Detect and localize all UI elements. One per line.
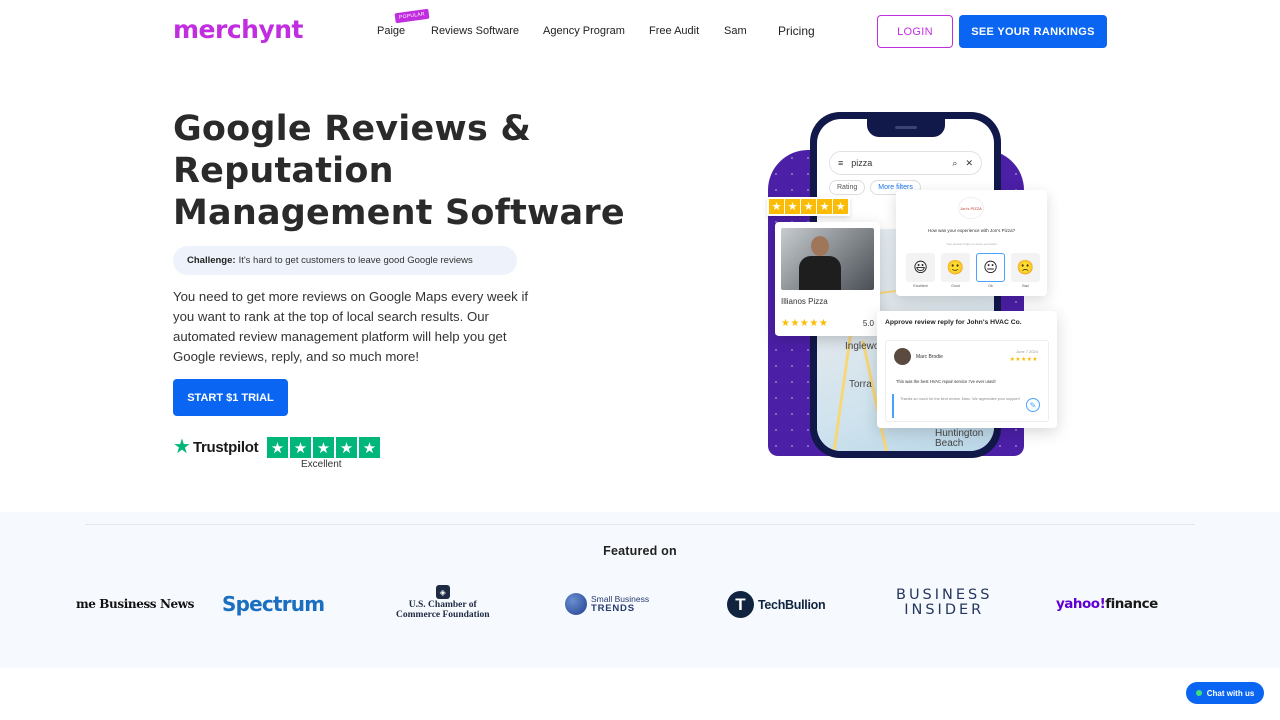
- small-business-trends-logo: Small Business TRENDS: [565, 593, 649, 615]
- see-rankings-button[interactable]: SEE YOUR RANKINGS: [959, 15, 1107, 48]
- place-rating-value: 5.0: [862, 319, 874, 328]
- review-panel: Marc Brodie June 7 2024 ★★★★★ This was t…: [885, 340, 1049, 422]
- hero-description: You need to get more reviews on Google M…: [173, 289, 529, 364]
- us-chamber-logo: ◈ U.S. Chamber of Commerce Foundation: [396, 585, 490, 620]
- business-news-logo: me Business News: [76, 597, 195, 611]
- trustpilot-stars: ★ ★ ★ ★ ★: [267, 437, 380, 458]
- reply-text[interactable]: Thanks so much for the kind review, Marc…: [892, 394, 1042, 418]
- rating-stars-strip: ★ ★ ★ ★ ★: [767, 197, 850, 216]
- chef-photo: [781, 228, 874, 290]
- star-icon: ★: [833, 199, 848, 214]
- survey-option-labels: Excellent Good Ok Bad: [906, 284, 1040, 288]
- pizza-logo: Jon's PIZZA: [958, 197, 984, 219]
- star-icon: ★: [785, 199, 800, 214]
- chat-widget-button[interactable]: Chat with us: [1186, 682, 1264, 704]
- approve-title: Approve review reply for John's HVAC Co.: [885, 319, 1022, 326]
- search-icon: ⌕: [952, 157, 958, 168]
- place-card: Illianos Pizza ★★★★★ 5.0: [775, 222, 880, 336]
- nav-link-free-audit[interactable]: Free Audit: [649, 25, 699, 37]
- yahoo-finance-logo: yahoo! finance: [1056, 596, 1158, 612]
- challenge-pill: Challenge: It's hard to get customers to…: [173, 246, 517, 275]
- chat-label: Chat with us: [1206, 688, 1255, 698]
- option-label: Good: [951, 284, 960, 288]
- techbullion-t-icon: T: [727, 591, 754, 618]
- star-icon: ★: [313, 437, 334, 458]
- nav-link-pricing[interactable]: Pricing: [778, 24, 815, 38]
- map-label: Huntington Beach: [935, 428, 984, 449]
- challenge-text: It's hard to get customers to leave good…: [238, 255, 473, 266]
- featured-title: Featured on: [603, 544, 677, 558]
- trustpilot-star-icon: ★: [173, 436, 191, 458]
- challenge-label: Challenge:: [187, 255, 236, 266]
- avatar: [894, 348, 911, 365]
- excellent-face-icon[interactable]: 😃: [906, 253, 935, 282]
- filter-rating[interactable]: Rating: [829, 180, 866, 195]
- close-icon: ✕: [965, 157, 973, 168]
- top-navigation: merchynt Paige POPULAR Reviews Software …: [0, 0, 1280, 62]
- popular-badge: POPULAR: [394, 8, 430, 24]
- hero-title: Google Reviews & Reputation Management S…: [173, 109, 625, 233]
- place-rating: ★★★★★ 5.0: [781, 318, 874, 329]
- review-stars-icon: ★★★★★: [1009, 357, 1038, 363]
- good-face-icon[interactable]: 🙂: [941, 253, 970, 282]
- star-icon: ★: [336, 437, 357, 458]
- map-search-bar[interactable]: ≡ pizza ⌕ ✕: [829, 151, 982, 175]
- chamber-seal-icon: ◈: [435, 585, 450, 599]
- business-insider-logo: BUSINESS INSIDER: [896, 587, 993, 618]
- survey-question: How was your experience with Jon's Pizza…: [927, 228, 1016, 233]
- reviewer-name: Marc Brodie: [916, 354, 943, 360]
- stars-icon: ★★★★★: [781, 318, 829, 329]
- place-name: Illianos Pizza: [781, 297, 828, 306]
- login-button[interactable]: LOGIN: [877, 15, 953, 48]
- nav-link-paige[interactable]: Paige: [377, 25, 405, 37]
- nav-link-sam[interactable]: Sam: [724, 25, 747, 37]
- option-label: Excellent: [913, 284, 928, 288]
- survey-subtitle: Your answer helps us serve you better: [946, 242, 997, 246]
- spectrum-logo: Spectrum: [222, 592, 325, 616]
- approve-reply-card: Approve review reply for John's HVAC Co.…: [877, 311, 1057, 428]
- star-icon: ★: [801, 199, 816, 214]
- star-icon: ★: [817, 199, 832, 214]
- ok-face-icon[interactable]: 😐: [976, 253, 1005, 282]
- nav-link-agency-program[interactable]: Agency Program: [543, 25, 625, 37]
- star-icon: ★: [290, 437, 311, 458]
- merchynt-logo[interactable]: merchynt: [173, 15, 304, 44]
- star-icon: ★: [267, 437, 288, 458]
- option-label: Ok: [988, 284, 993, 288]
- survey-card: Jon's PIZZA How was your experience with…: [896, 190, 1047, 296]
- trustpilot-rating-label: Excellent: [301, 459, 342, 470]
- menu-icon: ≡: [838, 158, 844, 168]
- nav-link-reviews-software[interactable]: Reviews Software: [431, 25, 519, 37]
- map-search-query: pizza: [851, 158, 873, 168]
- edit-icon[interactable]: ✎: [1026, 398, 1040, 412]
- survey-options: 😃 🙂 😐 🙁: [906, 253, 1040, 282]
- option-label: Bad: [1022, 284, 1029, 288]
- review-date: June 7 2024: [1015, 349, 1038, 354]
- techbullion-logo: T TechBullion: [727, 591, 826, 618]
- bad-face-icon[interactable]: 🙁: [1011, 253, 1040, 282]
- phone-notch: [866, 119, 945, 137]
- star-icon: ★: [359, 437, 380, 458]
- start-trial-button[interactable]: START $1 TRIAL: [173, 379, 288, 416]
- review-text: This was the best HVAC repair service I'…: [896, 379, 996, 384]
- divider: [85, 524, 1195, 525]
- map-label: Torra: [849, 379, 872, 390]
- trustpilot-logo[interactable]: ★ Trustpilot: [173, 436, 259, 458]
- online-status-icon: [1195, 690, 1202, 696]
- trustpilot-name: Trustpilot: [192, 438, 259, 456]
- featured-section: Featured on me Business News Spectrum ◈ …: [0, 512, 1280, 668]
- globe-icon: [565, 593, 587, 615]
- star-icon: ★: [769, 199, 784, 214]
